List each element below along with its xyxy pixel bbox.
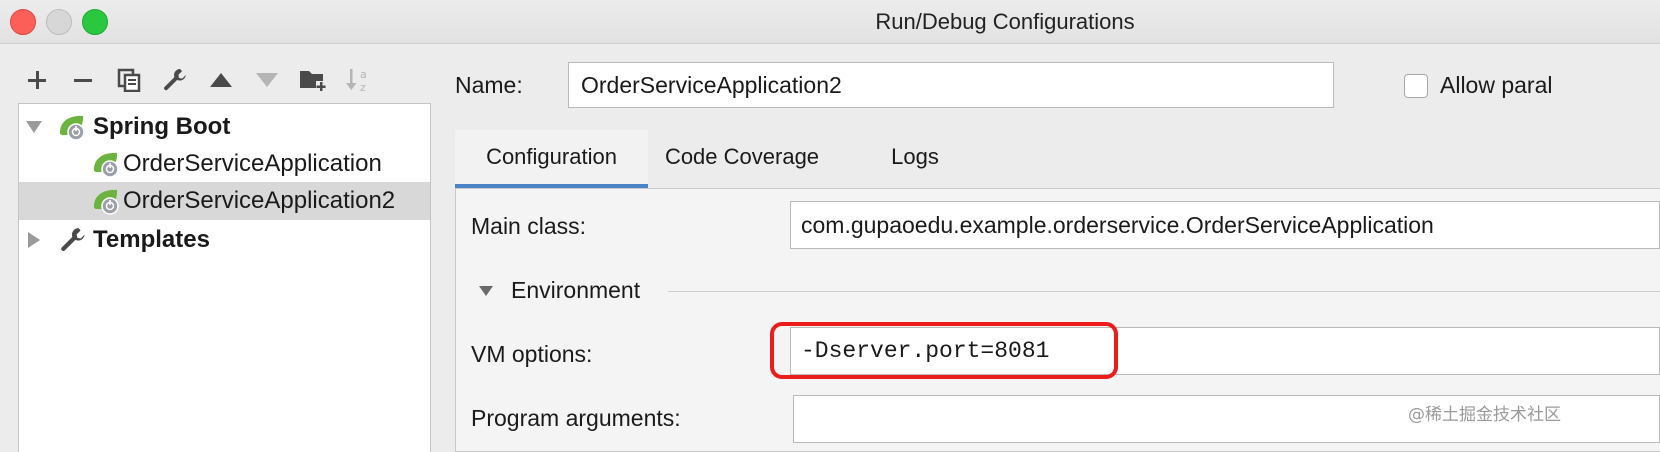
edit-defaults-button[interactable] bbox=[152, 60, 198, 100]
config-tabs: Configuration Code Coverage Logs bbox=[455, 130, 1660, 188]
environment-collapse-arrow-icon[interactable] bbox=[478, 284, 494, 298]
environment-section-label: Environment bbox=[511, 277, 641, 303]
spring-boot-icon bbox=[93, 152, 119, 178]
spring-boot-icon bbox=[59, 115, 85, 141]
minus-icon bbox=[74, 79, 92, 82]
watermark: @稀土掘金技术社区 bbox=[1408, 405, 1561, 425]
allow-parallel-label: Allow paral bbox=[1440, 72, 1553, 98]
wrench-icon bbox=[164, 69, 186, 91]
tree-node-templates[interactable]: Templates bbox=[19, 221, 430, 259]
plus-icon bbox=[28, 71, 46, 89]
sort-button[interactable]: a z bbox=[336, 60, 382, 100]
main-class-input[interactable]: com.gupaoedu.example.orderservice.OrderS… bbox=[790, 201, 1660, 249]
copy-button[interactable] bbox=[106, 60, 152, 100]
name-label: Name: bbox=[455, 72, 523, 98]
expand-arrow-icon[interactable] bbox=[25, 231, 43, 249]
sort-az-icon: a z bbox=[346, 68, 367, 93]
tree-item-label: OrderServiceApplication2 bbox=[123, 187, 396, 214]
window-title: Run/Debug Configurations bbox=[875, 9, 1135, 34]
new-folder-button[interactable] bbox=[290, 60, 336, 100]
title-bar: Run/Debug Configurations bbox=[0, 0, 1660, 44]
move-down-button[interactable] bbox=[244, 60, 290, 100]
move-up-button[interactable] bbox=[198, 60, 244, 100]
environment-separator bbox=[668, 291, 1660, 292]
tab-code-coverage[interactable]: Code Coverage bbox=[653, 130, 831, 188]
config-toolbar: a z bbox=[14, 60, 434, 100]
name-input[interactable]: OrderServiceApplication2 bbox=[568, 62, 1334, 108]
tree-item-order-service-application2[interactable]: OrderServiceApplication2 bbox=[19, 182, 430, 220]
tree-node-label: Templates bbox=[93, 226, 210, 253]
tree-node-spring-boot[interactable]: Spring Boot bbox=[19, 108, 430, 146]
tab-logs[interactable]: Logs bbox=[875, 130, 955, 188]
wrench-icon bbox=[61, 228, 85, 251]
highlight-annotation bbox=[770, 322, 1118, 379]
triangle-down-icon bbox=[256, 73, 278, 87]
copy-icon bbox=[117, 68, 141, 92]
main-class-label: Main class: bbox=[471, 213, 587, 239]
spring-boot-icon bbox=[93, 189, 119, 215]
tree-item-order-service-application[interactable]: OrderServiceApplication bbox=[19, 145, 430, 183]
vm-options-label: VM options: bbox=[471, 341, 593, 367]
config-tree: Spring Boot OrderServiceApplication Orde… bbox=[18, 103, 431, 452]
triangle-up-icon bbox=[210, 73, 232, 87]
collapse-arrow-icon[interactable] bbox=[25, 118, 43, 136]
tree-item-label: OrderServiceApplication bbox=[123, 150, 382, 177]
svg-text:z: z bbox=[360, 81, 366, 93]
program-arguments-label: Program arguments: bbox=[471, 405, 681, 431]
folder-add-icon bbox=[300, 71, 326, 91]
svg-text:a: a bbox=[360, 68, 367, 81]
allow-parallel-checkbox[interactable] bbox=[1404, 74, 1428, 98]
add-button[interactable] bbox=[14, 60, 60, 100]
tab-configuration[interactable]: Configuration bbox=[455, 130, 648, 188]
tree-node-label: Spring Boot bbox=[93, 113, 231, 140]
remove-button[interactable] bbox=[60, 60, 106, 100]
